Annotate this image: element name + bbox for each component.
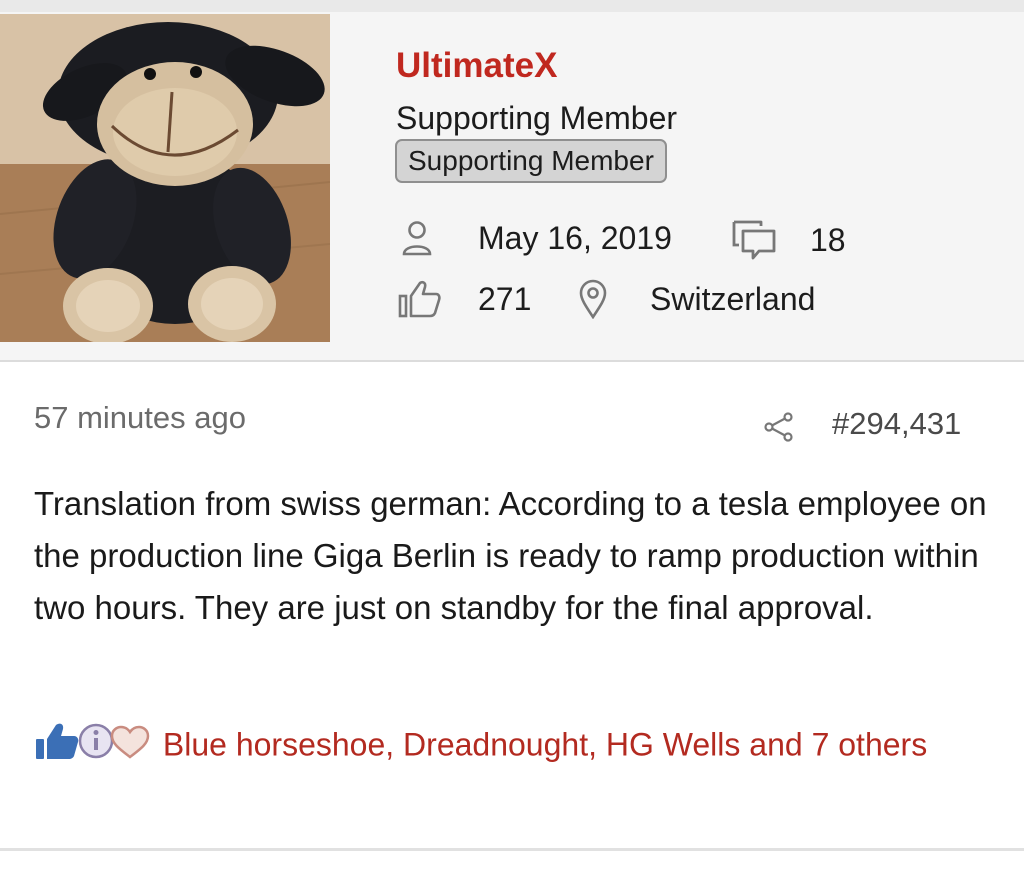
avatar[interactable]: [0, 14, 330, 342]
reactions-bar[interactable]: Blue horseshoe, Dreadnought, HG Wells an…: [34, 718, 994, 769]
joined-date: May 16, 2019: [478, 219, 672, 256]
reaction-score-count: 271: [478, 280, 532, 317]
post-timestamp[interactable]: 57 minutes ago: [34, 400, 246, 436]
location-stat: Switzerland: [578, 278, 815, 320]
reaction-icons-group: [34, 719, 154, 763]
post-number-link[interactable]: #294,431: [832, 406, 961, 442]
messages-stat: 18: [730, 218, 846, 262]
joined-stat: May 16, 2019: [400, 218, 672, 258]
user-banner-label: Supporting Member: [408, 145, 654, 176]
map-pin-icon: [578, 278, 608, 320]
reactions-list-link[interactable]: Blue horseshoe, Dreadnought, HG Wells an…: [163, 727, 927, 763]
username-link[interactable]: UltimateX: [396, 46, 557, 86]
user-title: Supporting Member: [396, 100, 678, 136]
love-icon: [110, 725, 150, 759]
top-divider: [0, 0, 1024, 12]
messages-count: 18: [810, 221, 846, 258]
like-icon: [36, 723, 79, 759]
share-icon[interactable]: [763, 411, 795, 443]
post-body-text: Translation from swiss german: According…: [34, 485, 987, 626]
person-icon: [400, 218, 434, 258]
reaction-score-stat: 271: [397, 278, 531, 320]
post-divider: [0, 848, 1024, 851]
plush-sheep-avatar-image: [0, 14, 330, 342]
user-info-block: UltimateX Supporting Member Supporting M…: [0, 12, 1024, 362]
user-banner-badge: Supporting Member: [395, 139, 667, 183]
informative-icon: [78, 723, 114, 758]
location-link[interactable]: Switzerland: [650, 281, 815, 318]
thumbs-up-icon: [397, 278, 443, 320]
speech-bubble-icon: [730, 218, 778, 262]
